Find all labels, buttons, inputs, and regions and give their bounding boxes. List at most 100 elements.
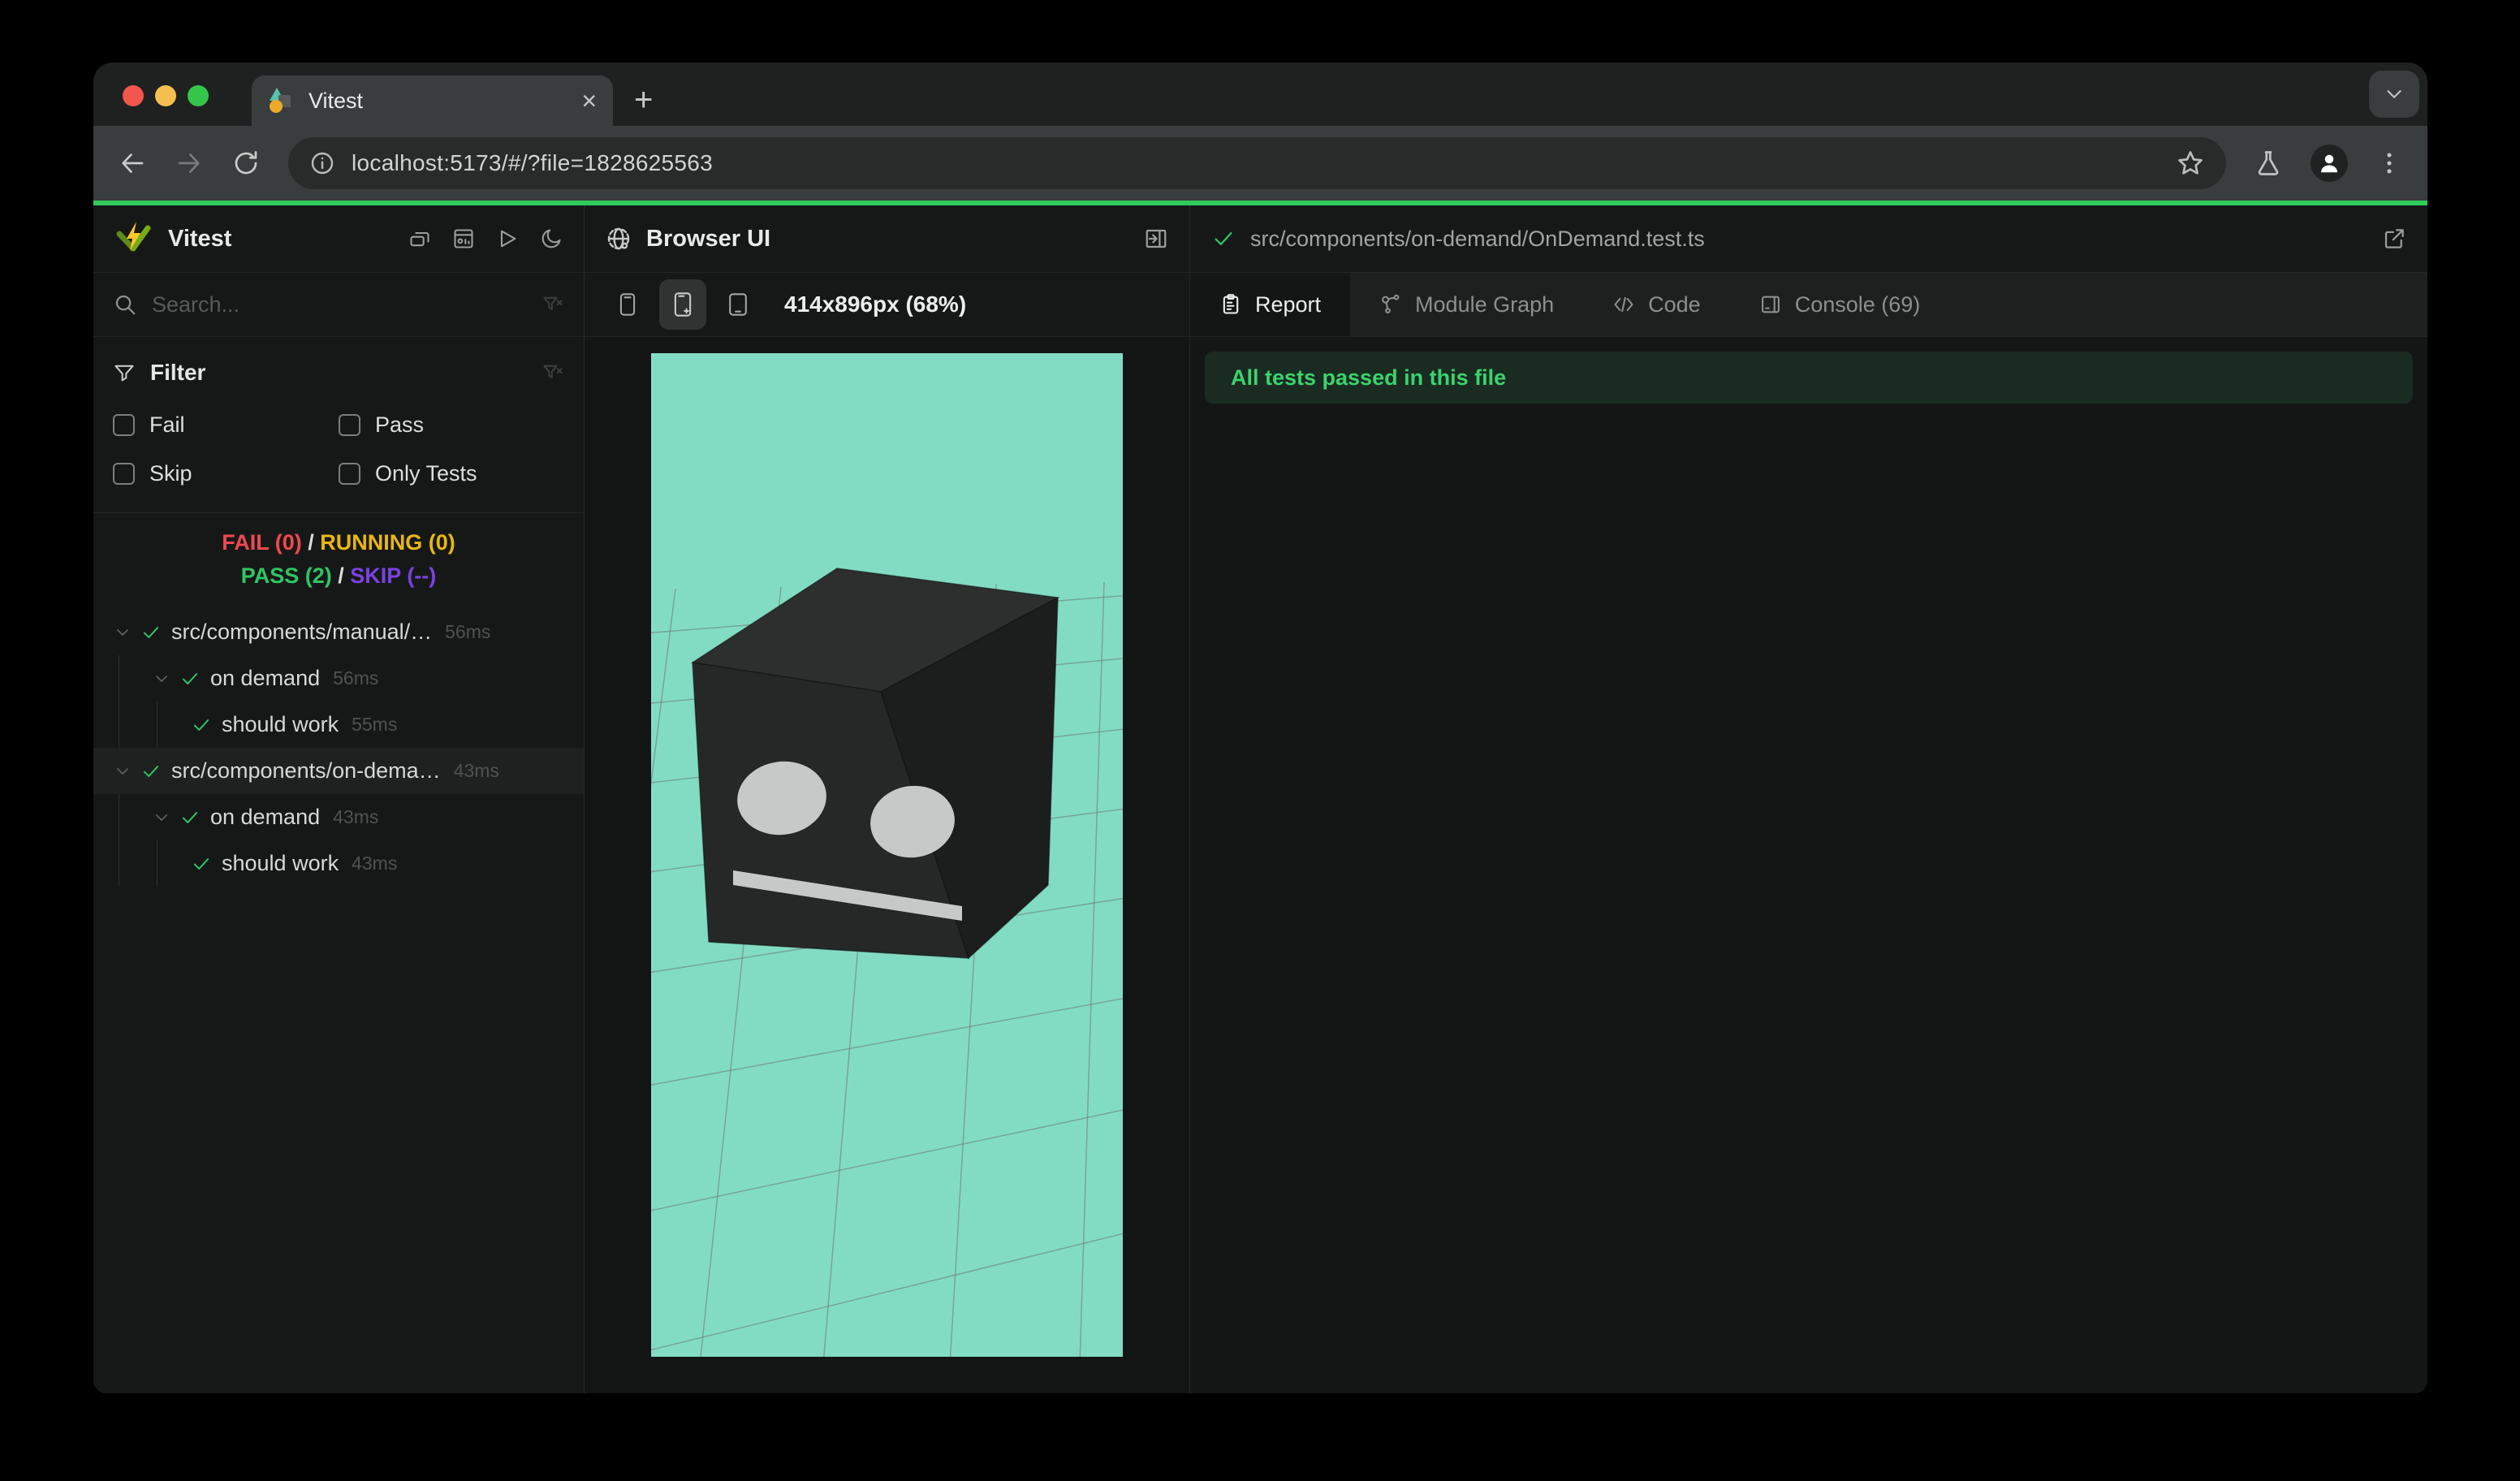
tab-code[interactable]: Code: [1583, 273, 1730, 336]
checkbox-icon: [339, 413, 360, 436]
pass-check-icon: [191, 715, 222, 736]
close-tab-icon[interactable]: ×: [581, 88, 597, 114]
filter-pass-checkbox[interactable]: Pass: [339, 400, 564, 449]
person-icon: [2321, 154, 2337, 173]
ui-windows-icon[interactable]: [408, 227, 431, 250]
chevron-down-icon[interactable]: [152, 669, 179, 689]
tab-label: Module Graph: [1415, 291, 1555, 317]
open-in-new-tab-icon[interactable]: [2382, 227, 2406, 251]
fail-count: FAIL (0): [222, 530, 302, 555]
tested-app-viewport[interactable]: [651, 353, 1123, 1357]
test-duration: 43ms: [333, 806, 379, 827]
tab-report[interactable]: Report: [1190, 273, 1351, 336]
preview-area: [585, 337, 1189, 1393]
chevron-down-icon: [2387, 90, 2401, 98]
filter-label: Pass: [375, 412, 425, 437]
profile-avatar[interactable]: [2311, 145, 2348, 182]
filter-section: Filter Fail Pass Skip Only Tests: [93, 337, 584, 503]
report-panel: src/components/on-demand/OnDemand.test.t…: [1190, 205, 2427, 1393]
vitest-favicon-icon: [268, 88, 294, 114]
pass-check-icon: [1215, 232, 1232, 245]
pass-check-icon: [140, 622, 171, 643]
checkbox-icon: [113, 462, 135, 485]
minimize-window-button[interactable]: [155, 85, 176, 106]
vitest-ui: Vitest Filter: [93, 205, 2427, 1393]
run-all-play-icon[interactable]: [496, 227, 519, 250]
banner-text: All tests passed in this file: [1231, 365, 1507, 390]
module-graph-icon: [1382, 294, 1400, 313]
vitest-logo-icon: [116, 222, 151, 252]
browser-window: Vitest × + localhost:5173/#/?file=182862…: [93, 63, 2427, 1393]
tab-title: Vitest: [309, 88, 364, 113]
site-info-icon[interactable]: [309, 150, 335, 176]
tab-label: Code: [1648, 291, 1701, 317]
browser-toolbar: localhost:5173/#/?file=1828625563: [93, 126, 2427, 201]
forward-button[interactable]: [175, 149, 204, 178]
tab-module-graph[interactable]: Module Graph: [1350, 273, 1583, 336]
close-window-button[interactable]: [123, 85, 144, 106]
skip-count: SKIP (--): [350, 563, 437, 588]
test-suite-row[interactable]: on demand 56ms: [93, 655, 584, 702]
test-summary: FAIL (0) / RUNNING (0) PASS (2) / SKIP (…: [222, 530, 455, 588]
test-label: src/components/on-dema…: [171, 758, 441, 783]
code-icon: [1614, 296, 1633, 313]
chevron-down-icon[interactable]: [113, 762, 140, 781]
panel-title: Browser UI: [646, 225, 771, 252]
browser-preview-panel: Browser UI 414x896px (68%): [585, 205, 1190, 1393]
filter-label: Fail: [149, 412, 185, 437]
chevron-down-icon[interactable]: [113, 623, 140, 642]
test-case-row[interactable]: should work 43ms: [93, 840, 584, 887]
clear-filter-icon[interactable]: [542, 293, 564, 316]
test-file-row-selected[interactable]: src/components/on-dema… 43ms: [93, 748, 584, 794]
pass-check-icon: [191, 853, 222, 874]
running-count: RUNNING (0): [320, 530, 455, 555]
report-tabs: Report Module Graph Code Console (69): [1190, 273, 2427, 337]
filter-skip-checkbox[interactable]: Skip: [113, 449, 339, 498]
filter-only-tests-checkbox[interactable]: Only Tests: [339, 449, 564, 498]
report-content: All tests passed in this file: [1190, 337, 2427, 1393]
tab-console[interactable]: Console (69): [1730, 273, 1950, 336]
bookmark-star-icon[interactable]: [2176, 149, 2205, 178]
globe-icon: [607, 227, 630, 250]
dark-mode-moon-icon[interactable]: [540, 227, 563, 250]
device-large-phone-button[interactable]: [659, 279, 706, 330]
filter-fail-checkbox[interactable]: Fail: [113, 400, 339, 449]
viewport-size-label: 414x896px (68%): [784, 291, 967, 317]
pass-check-icon: [140, 761, 171, 782]
pass-check-icon: [179, 668, 210, 689]
test-duration: 55ms: [352, 714, 398, 735]
browser-tab-vitest[interactable]: Vitest ×: [252, 76, 613, 126]
test-case-row[interactable]: should work 55ms: [93, 702, 584, 748]
test-tree: src/components/manual/… 56ms on demand 5…: [93, 609, 584, 1393]
experiments-flask-icon[interactable]: [2254, 149, 2283, 178]
clear-filter-icon[interactable]: [542, 361, 564, 384]
test-duration: 43ms: [453, 760, 499, 781]
dock-panel-right-icon[interactable]: [1144, 227, 1168, 251]
search-input[interactable]: [152, 291, 542, 317]
dashboard-report-icon[interactable]: [452, 227, 475, 250]
test-suite-row[interactable]: on demand 43ms: [93, 794, 584, 840]
checkbox-icon: [113, 413, 135, 436]
chevron-down-icon[interactable]: [152, 808, 179, 827]
device-small-phone-button[interactable]: [604, 279, 651, 330]
new-tab-button[interactable]: +: [634, 84, 653, 116]
sidebar: Vitest Filter: [93, 205, 585, 1393]
tab-search-button[interactable]: [2369, 71, 2419, 118]
clipboard-icon: [1223, 294, 1239, 314]
pass-check-icon: [179, 807, 210, 828]
address-bar[interactable]: localhost:5173/#/?file=1828625563: [288, 137, 2226, 189]
test-file-path: src/components/on-demand/OnDemand.test.t…: [1250, 226, 1705, 251]
url-text[interactable]: localhost:5173/#/?file=1828625563: [352, 150, 2160, 176]
window-controls: [123, 85, 209, 106]
tab-strip: Vitest × +: [93, 63, 2427, 126]
device-tablet-button[interactable]: [714, 279, 762, 330]
test-file-row[interactable]: src/components/manual/… 56ms: [93, 609, 584, 655]
back-button[interactable]: [118, 149, 147, 178]
kebab-menu-icon[interactable]: [2375, 149, 2403, 177]
zoom-window-button[interactable]: [188, 85, 209, 106]
test-label: should work: [222, 712, 339, 736]
reload-button[interactable]: [231, 149, 261, 178]
filter-label: Skip: [149, 460, 192, 486]
search-icon: [115, 295, 136, 315]
test-duration: 43ms: [352, 853, 398, 874]
